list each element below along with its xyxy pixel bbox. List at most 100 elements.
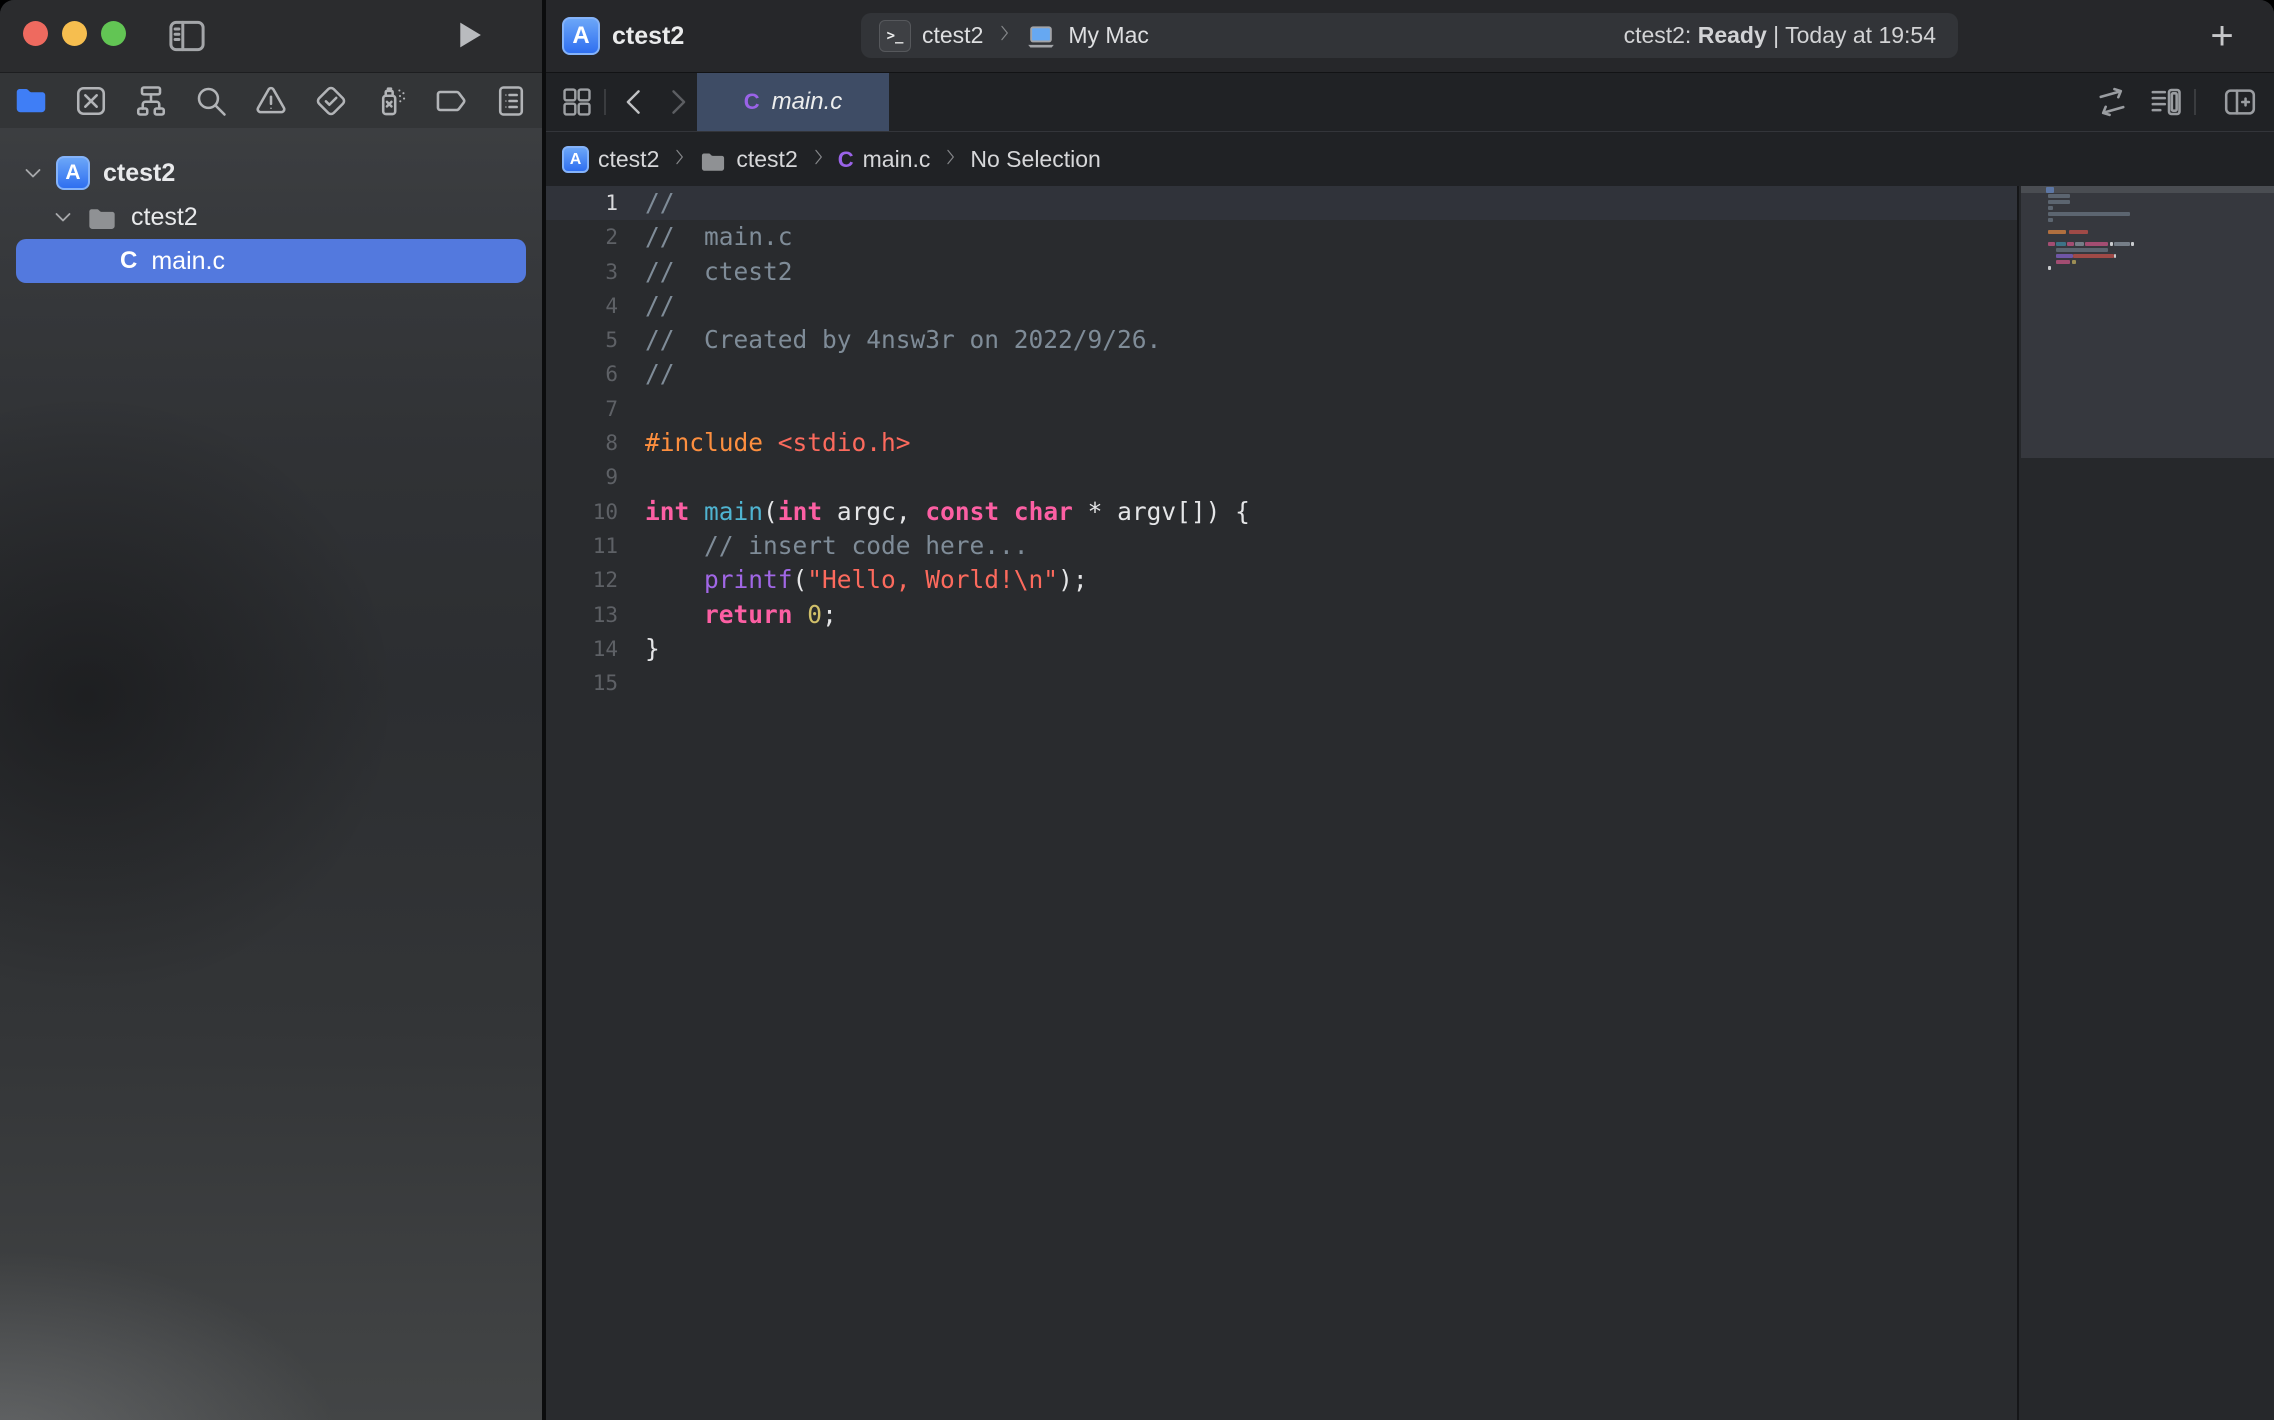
breadcrumb-item-main-c[interactable]: Cmain.c	[838, 146, 931, 173]
minimap-code-bar	[2075, 242, 2084, 246]
minimap[interactable]	[2017, 186, 2274, 1420]
code-line-4[interactable]: 4//	[546, 289, 2017, 323]
breadcrumb-separator-icon	[808, 147, 828, 173]
sidebar-titlebar	[0, 0, 542, 73]
code-line-3[interactable]: 3// ctest2	[546, 255, 2017, 289]
code-line-9[interactable]: 9	[546, 460, 2017, 494]
scheme-selector[interactable]: >_ ctest2 My Mac	[879, 13, 1149, 58]
navigator-tab-report-icon[interactable]	[493, 83, 529, 119]
back-button-icon[interactable]	[618, 85, 652, 119]
minimap-code-bar	[2048, 230, 2066, 234]
navigator-tab-test-icon[interactable]	[313, 83, 349, 119]
minimap-current-line-band	[2021, 186, 2274, 193]
disclosure-chevron-icon[interactable]	[20, 160, 46, 186]
navigator-tab-symbol-icon[interactable]	[133, 83, 169, 119]
code-review-icon[interactable]	[2094, 84, 2130, 120]
code-line-15[interactable]: 15	[546, 666, 2017, 700]
code-text: // insert code here...	[618, 531, 1029, 560]
code-line-6[interactable]: 6//	[546, 357, 2017, 391]
minimap-code-bar	[2048, 206, 2053, 210]
split-editor-icon[interactable]	[2222, 84, 2258, 120]
code-line-13[interactable]: 13 return 0;	[546, 598, 2017, 632]
line-number: 1	[546, 186, 618, 220]
line-number: 9	[546, 460, 618, 494]
tree-row-main.c[interactable]: Cmain.c	[0, 239, 542, 283]
code-text: // ctest2	[618, 257, 793, 286]
navigator-tab-find-icon[interactable]	[193, 83, 229, 119]
xcode-project-icon: A	[562, 17, 600, 55]
activity-status[interactable]: ctest2: Ready | Today at 19:54	[1624, 13, 1936, 58]
minimap-code-bar	[2048, 194, 2070, 198]
code-line-14[interactable]: 14}	[546, 632, 2017, 666]
zoom-button[interactable]	[101, 21, 126, 46]
minimap-code-bar	[2056, 254, 2073, 258]
status-prefix: ctest2:	[1624, 22, 1698, 49]
navigator-tab-bar	[0, 73, 542, 129]
main-area: A ctest2 >_ ctest2 My Mac ctest2: Ready …	[546, 0, 2274, 1420]
code-text: return 0;	[618, 600, 837, 629]
controls-separator	[2194, 89, 2196, 115]
breadcrumb-label: ctest2	[736, 146, 797, 173]
navigator-tab-debug-icon[interactable]	[373, 83, 409, 119]
code-text: int main(int argc, const char * argv[]) …	[618, 497, 1250, 526]
editor-options-icon[interactable]	[2148, 84, 2184, 120]
chevron-separator-icon	[994, 23, 1014, 49]
minimize-button[interactable]	[62, 21, 87, 46]
code-line-12[interactable]: 12 printf("Hello, World!\n");	[546, 563, 2017, 597]
minimap-code-bar	[2114, 242, 2130, 246]
navigator-tab-source-control-icon[interactable]	[73, 83, 109, 119]
folder-icon	[699, 148, 727, 172]
code-line-2[interactable]: 2// main.c	[546, 220, 2017, 254]
tree-item-label: main.c	[151, 247, 225, 276]
run-button[interactable]	[450, 16, 488, 54]
navigator-sidebar: Actest2ctest2Cmain.c	[0, 0, 542, 1420]
breadcrumb-item-ctest2[interactable]: Actest2	[562, 146, 659, 173]
code-line-1[interactable]: 1//	[546, 186, 2017, 220]
breadcrumb-item-ctest2[interactable]: ctest2	[699, 146, 797, 173]
window-titlebar: A ctest2 >_ ctest2 My Mac ctest2: Ready …	[546, 0, 2274, 73]
code-text: //	[618, 291, 675, 320]
line-number: 13	[546, 598, 618, 632]
target-icon: >_	[879, 20, 911, 52]
c-file-icon: C	[744, 89, 760, 115]
line-number: 7	[546, 392, 618, 426]
code-line-10[interactable]: 10int main(int argc, const char * argv[]…	[546, 495, 2017, 529]
navigator-tab-issue-icon[interactable]	[253, 83, 289, 119]
tree-row-ctest2[interactable]: ctest2	[0, 195, 542, 239]
breadcrumb-item-no-selection[interactable]: No Selection	[970, 146, 1100, 173]
navigator-tab-project-icon[interactable]	[13, 83, 49, 119]
minimap-code-bar	[2056, 248, 2108, 252]
code-text: //	[618, 359, 675, 388]
sidebar-divider[interactable]	[542, 0, 546, 1420]
tree-row-ctest2[interactable]: Actest2	[0, 151, 542, 195]
minimap-code-bar	[2048, 212, 2130, 216]
code-text: printf("Hello, World!\n");	[618, 565, 1088, 594]
forward-button-icon[interactable]	[660, 85, 694, 119]
code-line-8[interactable]: 8#include <stdio.h>	[546, 426, 2017, 460]
tab-overview-icon[interactable]	[560, 85, 594, 119]
minimap-code-bar	[2067, 242, 2074, 246]
library-add-button[interactable]: +	[2200, 14, 2244, 58]
code-text: // main.c	[618, 222, 793, 251]
window-title: ctest2	[612, 0, 684, 72]
line-number: 8	[546, 426, 618, 460]
navigator-tab-breakpoint-icon[interactable]	[433, 83, 469, 119]
traffic-lights	[23, 21, 126, 46]
sidebar-body: Actest2ctest2Cmain.c	[0, 128, 542, 1420]
tree-row-selected[interactable]: Cmain.c	[16, 239, 526, 283]
code-line-5[interactable]: 5// Created by 4nsw3r on 2022/9/26.	[546, 323, 2017, 357]
source-editor[interactable]: 1//2// main.c3// ctest24//5// Created by…	[546, 186, 2274, 1420]
scheme-destination[interactable]: My Mac	[1068, 22, 1149, 49]
sidebar-toggle-icon[interactable]	[166, 15, 208, 57]
disclosure-chevron-icon[interactable]	[50, 204, 76, 230]
minimap-code-bar	[2048, 200, 2070, 204]
code-line-11[interactable]: 11 // insert code here...	[546, 529, 2017, 563]
close-button[interactable]	[23, 21, 48, 46]
code-line-7[interactable]: 7	[546, 392, 2017, 426]
scheme-target[interactable]: ctest2	[922, 22, 983, 49]
line-number: 10	[546, 495, 618, 529]
code-text	[618, 462, 645, 491]
tab-main-c[interactable]: C main.c	[697, 73, 889, 131]
code-text	[618, 394, 645, 423]
breadcrumb-separator-icon	[940, 147, 960, 173]
